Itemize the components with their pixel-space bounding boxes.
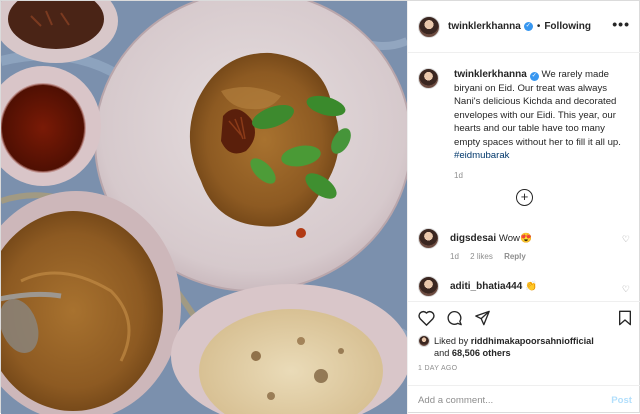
likes-count[interactable]: 68,506 others	[452, 348, 511, 358]
comment-text: digsdesai Wow😍	[450, 228, 632, 245]
comment-time: 1d	[450, 252, 459, 261]
save-bookmark-icon[interactable]	[618, 310, 632, 326]
caption-time: 1d	[454, 170, 463, 180]
post-photo[interactable]	[1, 1, 407, 414]
liker-avatar[interactable]	[418, 335, 430, 347]
instagram-post: twinklerkhanna ✓ • Following ••• twinkle…	[0, 0, 640, 414]
comment-meta: 1d 2 likes Reply	[450, 252, 632, 261]
likes-summary: Liked by riddhimakapoorsahniofficial and…	[418, 335, 594, 359]
comment-bubble-icon[interactable]	[446, 310, 463, 326]
post-side-panel: twinklerkhanna ✓ • Following ••• twinkle…	[407, 1, 640, 414]
post-timestamp[interactable]: 1 DAY AGO	[418, 365, 457, 372]
action-icons	[418, 310, 491, 326]
like-comment-heart-icon[interactable]: ♡	[622, 234, 630, 245]
likes-and: and	[434, 348, 450, 358]
like-comment-heart-icon[interactable]: ♡	[622, 284, 630, 295]
load-more-comments-icon[interactable]: +	[516, 189, 533, 206]
commenter-avatar[interactable]	[418, 276, 439, 297]
post-header: twinklerkhanna ✓ • Following •••	[408, 1, 640, 53]
author-avatar[interactable]	[418, 15, 440, 38]
likes-text: Liked by riddhimakapoorsahniofficial and…	[434, 335, 594, 359]
caption-avatar[interactable]	[418, 68, 439, 89]
like-heart-icon[interactable]	[418, 310, 435, 326]
comment-text: aditi_bhatia444 👏	[450, 276, 632, 293]
verified-badge-icon: ✓	[523, 22, 533, 31]
comments-section[interactable]: twinklerkhanna ✓ We rarely made biryani o…	[408, 54, 640, 301]
separator-dot: •	[536, 21, 541, 32]
comment-composer: Add a comment... Post	[408, 385, 640, 414]
post-actions: Liked by riddhimakapoorsahniofficial and…	[408, 301, 640, 385]
more-options-icon[interactable]: •••	[612, 17, 630, 31]
comment-body: 👏	[524, 281, 537, 292]
reply-button[interactable]: Reply	[504, 252, 526, 261]
food-photo-illustration	[1, 1, 407, 414]
caption-body: We rarely made biryani on Eid. Our treat…	[454, 69, 621, 148]
comment-item: aditi_bhatia444 👏 ♡	[418, 276, 632, 297]
comment-username[interactable]: digsdesai	[450, 233, 496, 244]
following-button[interactable]: Following	[544, 21, 591, 32]
post-caption: twinklerkhanna ✓ We rarely made biryani o…	[418, 68, 632, 180]
caption-username[interactable]: twinklerkhanna	[454, 69, 527, 80]
share-send-icon[interactable]	[474, 310, 491, 326]
comment-likes[interactable]: 2 likes	[470, 252, 493, 261]
liker-username[interactable]: riddhimakapoorsahniofficial	[471, 336, 594, 346]
add-comment-input[interactable]: Add a comment...	[418, 395, 611, 406]
author-username[interactable]: twinklerkhanna	[448, 21, 521, 32]
likes-prefix: Liked by	[434, 336, 469, 346]
comment-body: Wow😍	[498, 233, 532, 244]
caption-text: twinklerkhanna ✓ We rarely made biryani o…	[454, 68, 632, 163]
verified-badge-icon: ✓	[529, 72, 539, 81]
post-comment-button[interactable]: Post	[611, 395, 632, 406]
comment-username[interactable]: aditi_bhatia444	[450, 281, 522, 292]
commenter-avatar[interactable]	[418, 228, 439, 249]
comment-item: digsdesai Wow😍 1d 2 likes Reply ♡	[418, 228, 632, 261]
hashtag-link[interactable]: #eidmubarak	[454, 150, 509, 161]
